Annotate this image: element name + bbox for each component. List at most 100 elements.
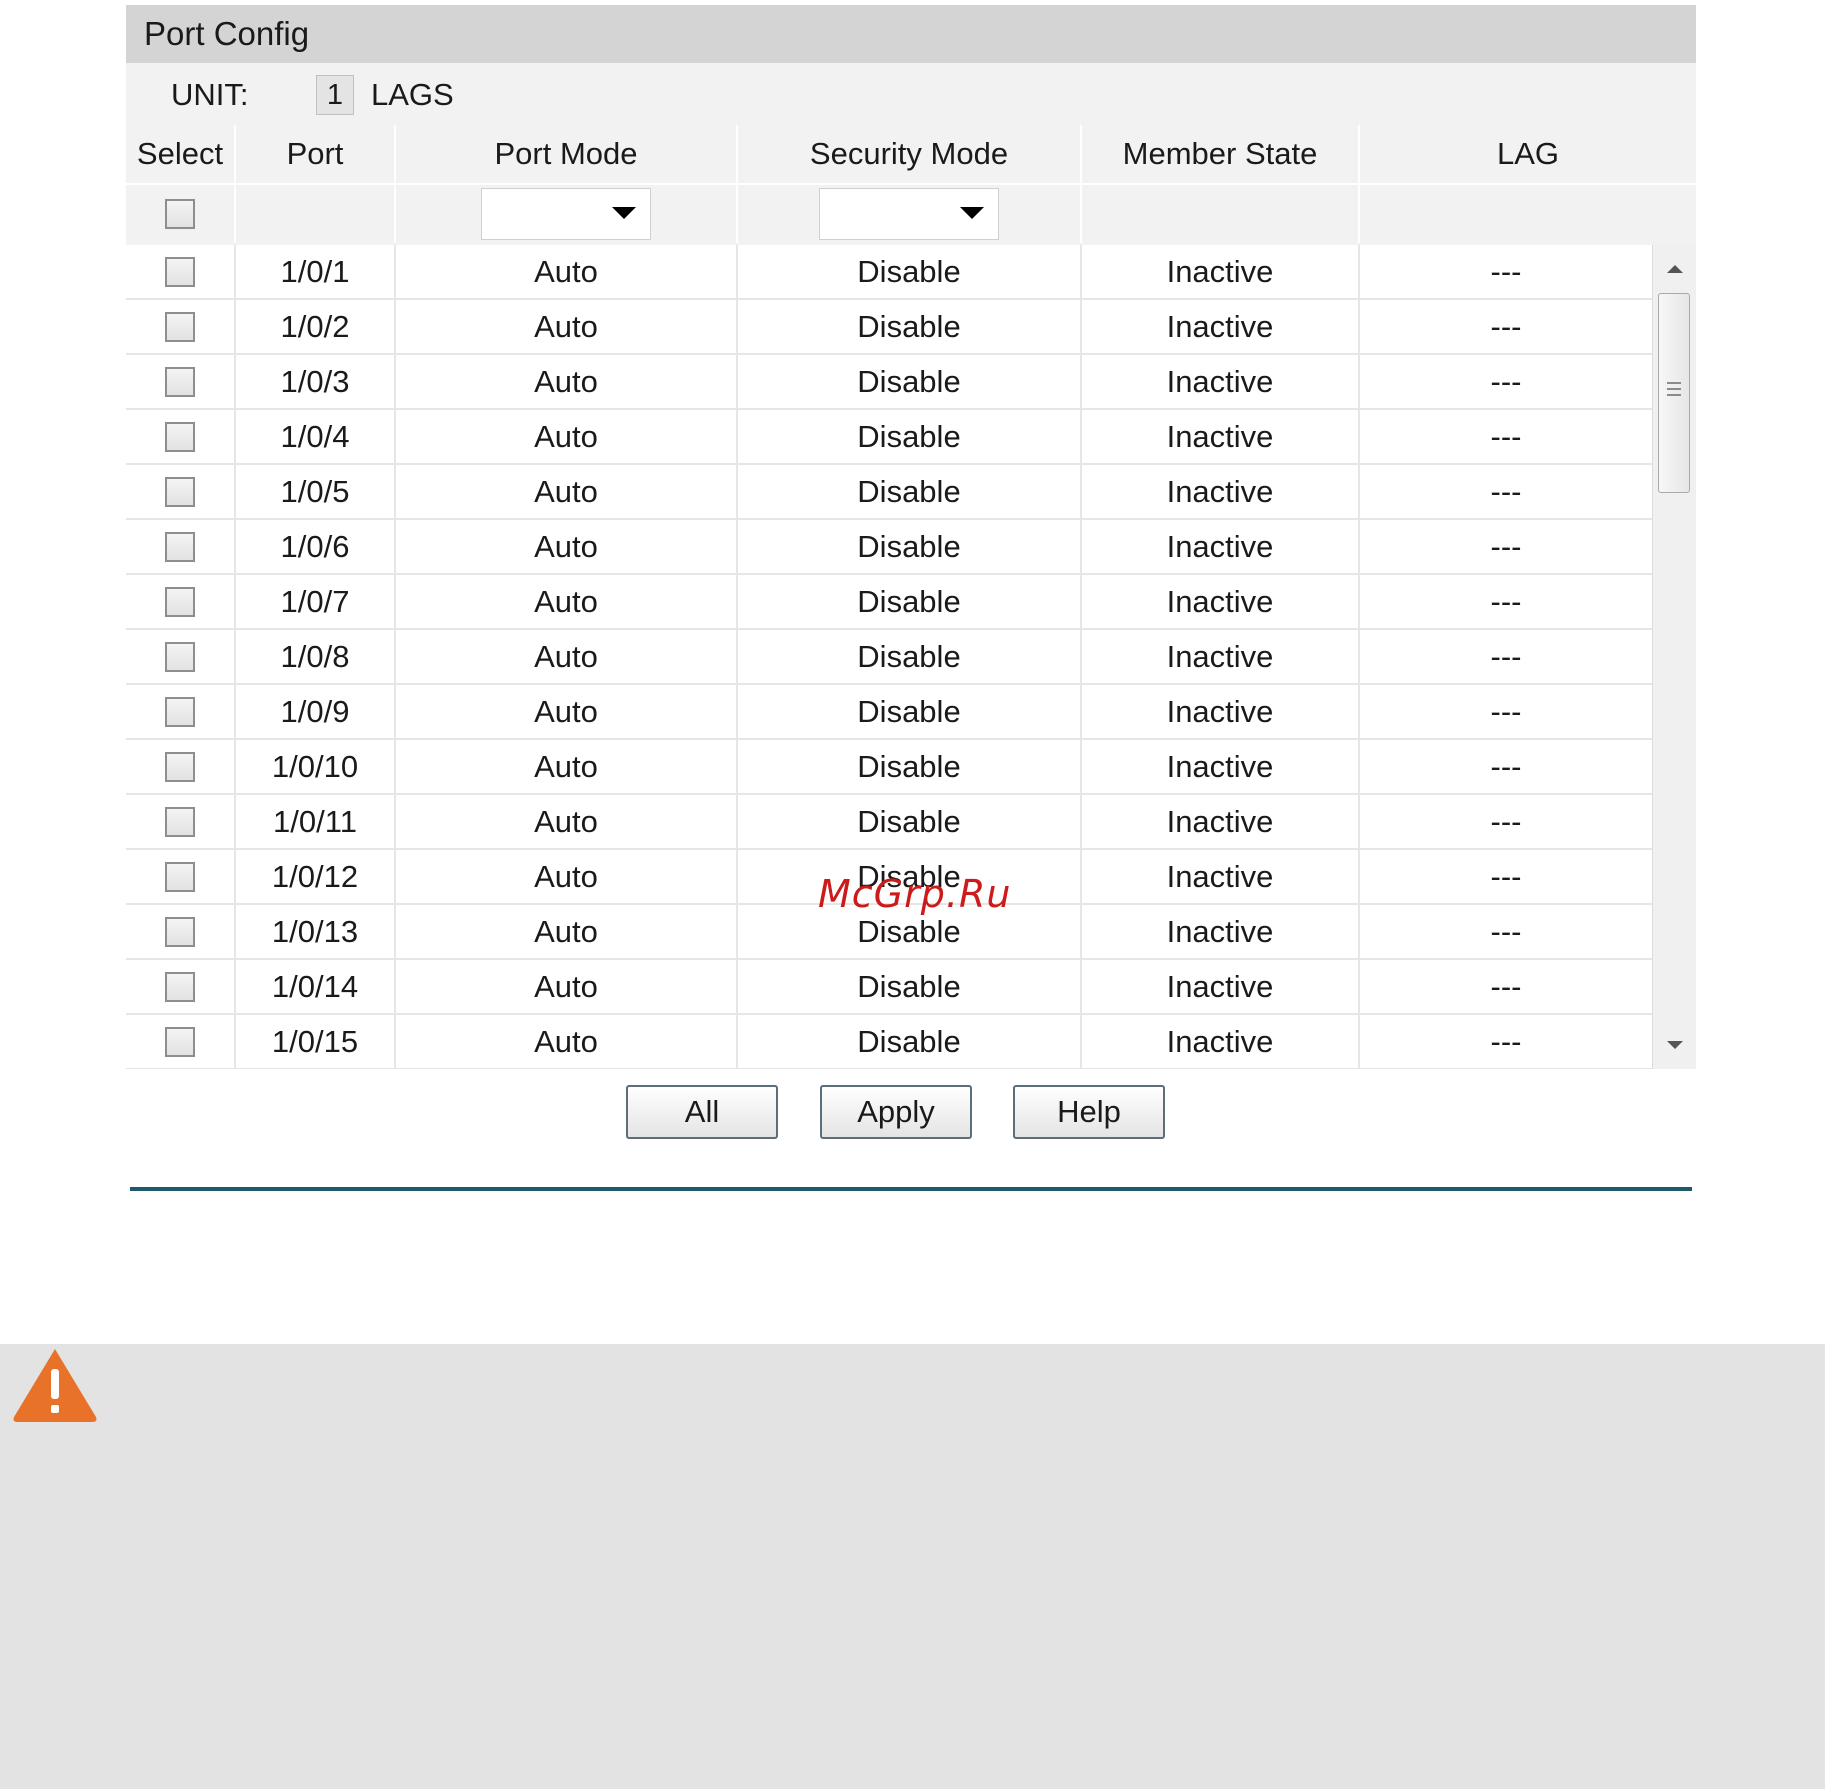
- select-all-checkbox[interactable]: [165, 199, 195, 229]
- row-member-state: Inactive: [1166, 528, 1274, 564]
- row-checkbox[interactable]: [165, 1026, 195, 1057]
- row-security-mode: Disable: [857, 968, 961, 1004]
- row-member-state: Inactive: [1166, 803, 1274, 839]
- row-lag: ---: [1490, 473, 1522, 509]
- table-row: 1/0/11 Auto Disable Inactive ---: [126, 795, 1652, 850]
- row-lag: ---: [1490, 253, 1522, 289]
- table-row: 1/0/3 Auto Disable Inactive ---: [126, 355, 1652, 410]
- row-checkbox[interactable]: [165, 311, 195, 342]
- row-select-cell: [126, 740, 234, 793]
- row-lag: ---: [1490, 638, 1522, 674]
- row-select-cell: [126, 1015, 234, 1068]
- row-checkbox[interactable]: [165, 696, 195, 727]
- row-select-cell: [126, 685, 234, 738]
- row-port: 1/0/7: [280, 583, 350, 619]
- row-lag: ---: [1490, 308, 1522, 344]
- row-lag: ---: [1490, 1023, 1522, 1059]
- warning-icon: [13, 1349, 97, 1422]
- row-select-cell: [126, 905, 234, 958]
- row-port: 1/0/1: [280, 253, 350, 289]
- row-port: 1/0/13: [271, 913, 359, 949]
- row-member-state: Inactive: [1166, 308, 1274, 344]
- security-mode-dropdown[interactable]: [819, 188, 999, 240]
- row-checkbox[interactable]: [165, 421, 195, 452]
- row-security-mode: Disable: [857, 253, 961, 289]
- row-member-state: Inactive: [1166, 418, 1274, 454]
- row-checkbox[interactable]: [165, 476, 195, 507]
- row-checkbox[interactable]: [165, 861, 195, 892]
- row-checkbox[interactable]: [165, 971, 195, 1002]
- table-scrollbar[interactable]: [1652, 245, 1696, 1069]
- row-select-cell: [126, 630, 234, 683]
- security-mode-filter-cell: [738, 185, 1080, 243]
- table-row: 1/0/9 Auto Disable Inactive ---: [126, 685, 1652, 740]
- row-port: 1/0/14: [271, 968, 359, 1004]
- row-checkbox[interactable]: [165, 256, 195, 287]
- row-select-cell: [126, 960, 234, 1013]
- row-port-mode: Auto: [534, 308, 598, 344]
- table-row: 1/0/1 Auto Disable Inactive ---: [126, 245, 1652, 300]
- row-port-mode: Auto: [534, 363, 598, 399]
- row-security-mode: Disable: [857, 528, 961, 564]
- select-all-cell: [126, 185, 234, 243]
- row-security-mode: Disable: [857, 363, 961, 399]
- filter-row: [126, 185, 1696, 243]
- row-security-mode: Disable: [857, 638, 961, 674]
- row-lag: ---: [1490, 418, 1522, 454]
- row-port-mode: Auto: [534, 473, 598, 509]
- row-port-mode: Auto: [534, 253, 598, 289]
- arrow-down-icon[interactable]: [1667, 1041, 1683, 1049]
- row-port-mode: Auto: [534, 803, 598, 839]
- row-member-state: Inactive: [1166, 858, 1274, 894]
- row-select-cell: [126, 850, 234, 903]
- row-lag: ---: [1490, 968, 1522, 1004]
- row-checkbox[interactable]: [165, 916, 195, 947]
- row-checkbox[interactable]: [165, 751, 195, 782]
- row-port-mode: Auto: [534, 968, 598, 1004]
- row-lag: ---: [1490, 803, 1522, 839]
- table-row: 1/0/6 Auto Disable Inactive ---: [126, 520, 1652, 575]
- row-lag: ---: [1490, 363, 1522, 399]
- row-checkbox[interactable]: [165, 806, 195, 837]
- row-port: 1/0/6: [280, 528, 350, 564]
- row-port: 1/0/8: [280, 638, 350, 674]
- table-row: 1/0/2 Auto Disable Inactive ---: [126, 300, 1652, 355]
- port-mode-dropdown[interactable]: [481, 188, 651, 240]
- table-header: Select Port Port Mode Security Mode Memb…: [126, 125, 1696, 183]
- row-checkbox[interactable]: [165, 586, 195, 617]
- row-security-mode: Disable: [857, 473, 961, 509]
- row-member-state: Inactive: [1166, 748, 1274, 784]
- row-port-mode: Auto: [534, 913, 598, 949]
- help-button[interactable]: Help: [1013, 1085, 1165, 1139]
- row-security-mode: Disable: [857, 418, 961, 454]
- header-lag: LAG: [1496, 136, 1560, 171]
- arrow-up-icon[interactable]: [1667, 265, 1683, 273]
- port-table-body: 1/0/1 Auto Disable Inactive --- 1/0/2 Auto Disa…: [126, 245, 1652, 1069]
- row-lag: ---: [1490, 858, 1522, 894]
- unit-row: UNIT: 1 LAGS: [126, 63, 1696, 125]
- row-checkbox[interactable]: [165, 366, 195, 397]
- row-member-state: Inactive: [1166, 1023, 1274, 1059]
- table-row: 1/0/4 Auto Disable Inactive ---: [126, 410, 1652, 465]
- row-security-mode: Disable: [857, 748, 961, 784]
- apply-button[interactable]: Apply: [820, 1085, 972, 1139]
- row-port: 1/0/2: [280, 308, 350, 344]
- port-mode-filter-cell: [396, 185, 736, 243]
- row-lag: ---: [1490, 693, 1522, 729]
- row-port-mode: Auto: [534, 748, 598, 784]
- scroll-thumb[interactable]: [1658, 293, 1690, 493]
- table-row: 1/0/10 Auto Disable Inactive ---: [126, 740, 1652, 795]
- header-port-mode: Port Mode: [494, 136, 638, 171]
- row-checkbox[interactable]: [165, 531, 195, 562]
- row-port: 1/0/9: [280, 693, 350, 729]
- unit-selector[interactable]: 1: [316, 75, 354, 115]
- chevron-down-icon: [960, 207, 984, 219]
- row-select-cell: [126, 410, 234, 463]
- table-row: 1/0/7 Auto Disable Inactive ---: [126, 575, 1652, 630]
- lags-link[interactable]: LAGS: [371, 77, 454, 113]
- row-select-cell: [126, 355, 234, 408]
- row-security-mode: Disable: [857, 308, 961, 344]
- row-port: 1/0/11: [273, 803, 357, 839]
- all-button[interactable]: All: [626, 1085, 778, 1139]
- row-checkbox[interactable]: [165, 641, 195, 672]
